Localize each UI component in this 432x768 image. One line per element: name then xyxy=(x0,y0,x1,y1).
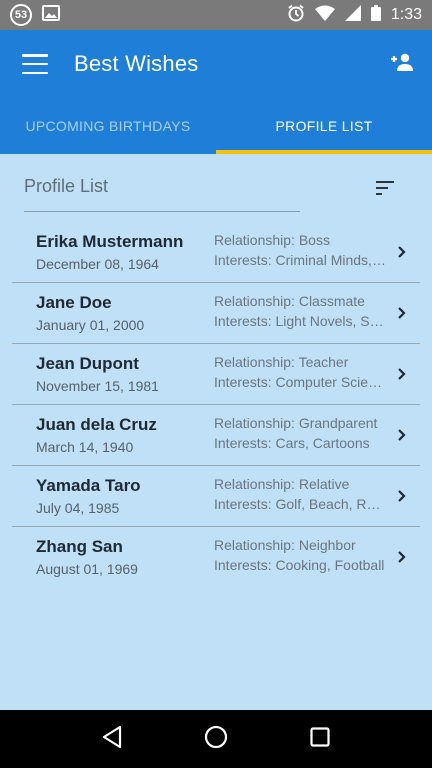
chevron-right-icon xyxy=(396,427,408,448)
menu-button[interactable] xyxy=(22,54,48,74)
profile-main: Yamada Taro July 04, 1985 xyxy=(36,476,216,516)
status-right: 1:33 xyxy=(287,4,422,27)
profile-interests: Interests: Light Novels, Sushi xyxy=(214,313,386,329)
profile-row[interactable]: Jane Doe January 01, 2000 Relationship: … xyxy=(12,283,420,344)
profile-relationship: Relationship: Relative xyxy=(214,476,350,492)
notification-count-badge: 53 xyxy=(10,4,32,26)
list-header: Profile List xyxy=(24,176,300,212)
profile-name: Zhang San xyxy=(36,537,123,556)
sort-icon xyxy=(376,181,396,199)
profile-main: Jean Dupont November 15, 1981 xyxy=(36,354,216,394)
profile-details: Relationship: Grandparent Interests: Car… xyxy=(214,415,386,451)
profile-list: Erika Mustermann December 08, 1964 Relat… xyxy=(12,222,420,588)
profile-main: Zhang San August 01, 1969 xyxy=(36,537,216,577)
add-person-button[interactable] xyxy=(388,52,414,77)
recents-square-icon xyxy=(310,726,330,752)
home-circle-icon xyxy=(204,725,228,754)
sort-button[interactable] xyxy=(376,181,396,200)
profile-name: Yamada Taro xyxy=(36,476,141,495)
chevron-right-icon xyxy=(396,488,408,509)
app-title: Best Wishes xyxy=(74,51,199,76)
recents-button[interactable] xyxy=(300,719,340,759)
profile-relationship: Relationship: Classmate xyxy=(214,293,365,309)
profile-relationship: Relationship: Neighbor xyxy=(214,537,356,553)
profile-interests: Interests: Cars, Cartoons xyxy=(214,435,370,451)
profile-details: Relationship: Neighbor Interests: Cookin… xyxy=(214,537,386,573)
home-button[interactable] xyxy=(196,719,236,759)
main-content: Profile List Erika Mustermann December 0… xyxy=(0,154,432,710)
profile-main: Erika Mustermann December 08, 1964 xyxy=(36,232,216,272)
chevron-right-icon xyxy=(396,244,408,265)
profile-relationship: Relationship: Teacher xyxy=(214,354,349,370)
status-bar: 53 1:33 xyxy=(0,0,432,30)
menu-icon-line xyxy=(22,62,48,66)
profile-row[interactable]: Juan dela Cruz March 14, 1940 Relationsh… xyxy=(12,405,420,466)
list-title: Profile List xyxy=(24,176,109,196)
status-time: 1:33 xyxy=(390,6,422,23)
profile-interests: Interests: Golf, Beach, Reading xyxy=(214,496,386,512)
profile-name: Jean Dupont xyxy=(36,354,139,373)
profile-details: Relationship: Relative Interests: Golf, … xyxy=(214,476,386,512)
tab-upcoming-birthdays[interactable]: UPCOMING BIRTHDAYS xyxy=(0,98,216,154)
app-bar: Best Wishes UPCOMING BIRTHDAYS PROFILE L… xyxy=(0,30,432,154)
profile-row[interactable]: Yamada Taro July 04, 1985 Relationship: … xyxy=(12,466,420,527)
profile-birthday: November 15, 1981 xyxy=(36,378,159,394)
profile-birthday: January 01, 2000 xyxy=(36,317,145,333)
profile-details: Relationship: Boss Interests: Criminal M… xyxy=(214,232,386,268)
profile-row[interactable]: Jean Dupont November 15, 1981 Relationsh… xyxy=(12,344,420,405)
profile-main: Jane Doe January 01, 2000 xyxy=(36,293,216,333)
profile-row[interactable]: Zhang San August 01, 1969 Relationship: … xyxy=(12,527,420,588)
profile-row[interactable]: Erika Mustermann December 08, 1964 Relat… xyxy=(12,222,420,283)
tab-bar: UPCOMING BIRTHDAYS PROFILE LIST xyxy=(0,98,432,154)
add-person-icon xyxy=(388,52,414,77)
cellular-signal-icon xyxy=(344,4,361,26)
profile-relationship: Relationship: Boss xyxy=(214,232,330,248)
profile-birthday: July 04, 1985 xyxy=(36,500,120,516)
profile-interests: Interests: Computer Science xyxy=(214,374,386,390)
back-button[interactable] xyxy=(92,719,132,759)
chevron-right-icon xyxy=(396,366,408,387)
back-triangle-icon xyxy=(101,725,123,754)
wifi-icon xyxy=(314,5,335,26)
menu-icon-line xyxy=(22,54,48,57)
tab-profile-list[interactable]: PROFILE LIST xyxy=(216,98,432,154)
image-notification-icon xyxy=(42,4,60,26)
profile-main: Juan dela Cruz March 14, 1940 xyxy=(36,415,216,455)
system-nav-bar xyxy=(0,710,432,768)
chevron-right-icon xyxy=(396,305,408,326)
chevron-right-icon xyxy=(396,549,408,570)
profile-name: Jane Doe xyxy=(36,293,112,312)
battery-icon xyxy=(370,4,381,26)
profile-name: Juan dela Cruz xyxy=(36,415,157,434)
profile-name: Erika Mustermann xyxy=(36,232,184,251)
status-left: 53 xyxy=(10,4,60,26)
profile-birthday: August 01, 1969 xyxy=(36,561,138,577)
alarm-icon xyxy=(287,4,305,27)
profile-details: Relationship: Teacher Interests: Compute… xyxy=(214,354,386,390)
profile-details: Relationship: Classmate Interests: Light… xyxy=(214,293,386,329)
toolbar: Best Wishes xyxy=(0,30,432,98)
profile-birthday: March 14, 1940 xyxy=(36,439,134,455)
profile-birthday: December 08, 1964 xyxy=(36,256,159,272)
profile-interests: Interests: Criminal Minds, Chess xyxy=(214,252,386,268)
profile-interests: Interests: Cooking, Football xyxy=(214,557,385,573)
profile-relationship: Relationship: Grandparent xyxy=(214,415,378,431)
menu-icon-line xyxy=(22,71,48,74)
